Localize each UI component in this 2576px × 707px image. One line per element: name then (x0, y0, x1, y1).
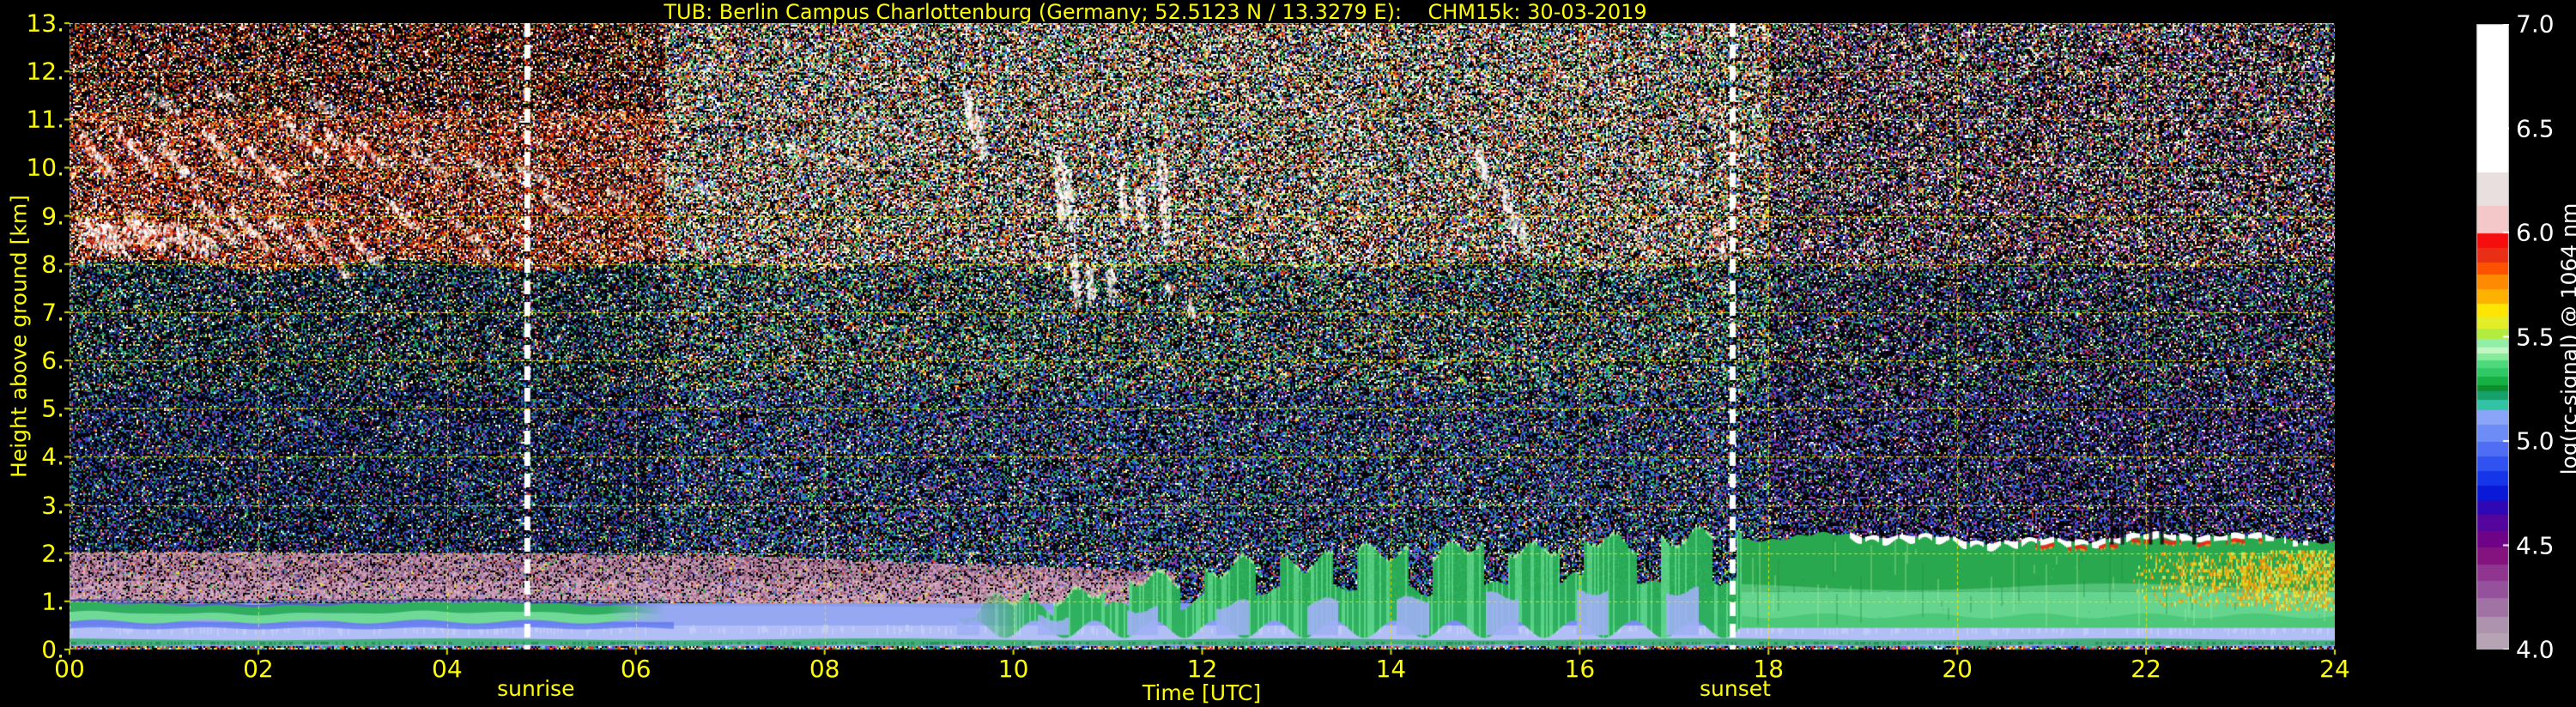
colorbar-tick-label: 4.0 (2516, 635, 2555, 664)
lidar-quicklook-figure: TUB: Berlin Campus Charlottenburg (Germa… (0, 0, 2576, 707)
colorbar-tick-label: 6.5 (2516, 114, 2555, 142)
y-tick-label: 8. (41, 250, 64, 279)
x-tick-label: 12 (1186, 655, 1218, 683)
colorbar-canvas (2476, 24, 2509, 650)
x-tick-label: 02 (243, 655, 274, 683)
x-tick-label: 16 (1564, 655, 1596, 683)
x-tick-label: 22 (2131, 655, 2161, 683)
y-tick-label: 4. (41, 442, 64, 471)
y-tick-label: 13. (26, 9, 64, 38)
page-title: TUB: Berlin Campus Charlottenburg (Germa… (664, 0, 1647, 24)
colorbar-tick-label: 4.5 (2516, 531, 2555, 559)
y-tick-label: 3. (41, 491, 64, 520)
y-axis-label: Height above ground [km] (6, 195, 32, 478)
x-tick-label: 14 (1375, 655, 1407, 683)
x-axis-label: Time [UTC] (1142, 680, 1262, 705)
x-tick-label: 10 (997, 655, 1029, 683)
x-tick-label: 08 (809, 655, 840, 683)
colorbar-tick-label: 5.0 (2516, 426, 2555, 456)
x-tick-label: 06 (620, 655, 652, 683)
colorbar-tick-label: 6.0 (2516, 218, 2555, 247)
x-tick-label: 04 (432, 655, 463, 683)
sunrise-annotation: sunrise (497, 676, 575, 701)
y-tick-label: 12. (26, 57, 64, 86)
y-tick-label: 10. (26, 153, 64, 182)
y-tick-label: 5. (41, 394, 64, 423)
y-tick-label: 9. (41, 202, 64, 231)
y-tick-label: 6. (41, 346, 64, 375)
y-tick-label: 0. (41, 635, 64, 664)
colorbar-label: log(rc-signal) @ 1064 nm (2556, 202, 2576, 475)
y-tick-label: 1. (41, 587, 64, 616)
x-tick-label: 24 (2319, 655, 2350, 683)
lidar-heatmap-canvas (70, 23, 2335, 650)
colorbar-tick-label: 5.5 (2516, 323, 2555, 351)
y-tick-label: 2. (41, 539, 64, 568)
y-tick-label: 7. (41, 298, 64, 327)
y-tick-label: 11. (26, 105, 64, 134)
colorbar-tick-label: 7.0 (2516, 9, 2555, 39)
x-tick-label: 18 (1753, 655, 1785, 683)
x-tick-label: 20 (1942, 655, 1973, 683)
